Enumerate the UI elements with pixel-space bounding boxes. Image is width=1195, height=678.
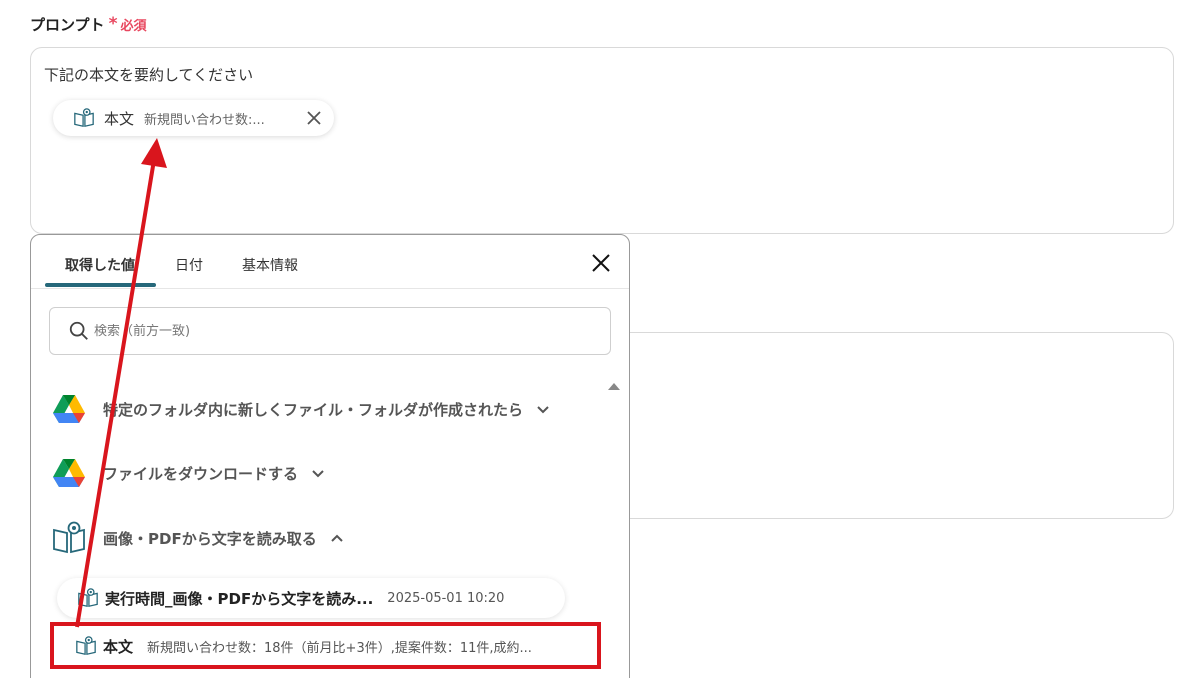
chevron-down-icon [537,406,549,414]
field-label-text: プロンプト [30,16,105,34]
required-asterisk: * [108,14,118,34]
ocr-book-icon [74,108,94,128]
source-label: ファイルをダウンロードする [103,464,299,483]
source-label: 特定のフォルダ内に新しくファイル・フォルダが作成されたら [103,400,524,419]
chevron-down-icon [312,470,324,478]
prompt-textarea[interactable]: 下記の本文を要約してください 本文 新規問い合わせ数:... [30,47,1174,234]
annotation-highlight-box [50,622,601,669]
close-icon[interactable] [304,108,324,128]
close-icon[interactable] [589,251,613,275]
secondary-textarea[interactable] [620,332,1174,519]
ocr-book-icon [78,588,98,608]
required-badge: * 必須 [108,14,147,35]
scroll-up-icon[interactable] [607,381,621,391]
search-input[interactable] [94,323,574,339]
inserted-value-chip[interactable]: 本文 新規問い合わせ数:... [53,100,334,136]
item-value: 2025-05-01 10:20 [387,590,505,606]
source-google-drive-download[interactable]: ファイルをダウンロードする [51,455,326,491]
required-text: 必須 [120,19,147,34]
tab-date[interactable]: 日付 [175,255,203,275]
source-google-drive-new-file[interactable]: 特定のフォルダ内に新しくファイル・フォルダが作成されたら [51,391,551,427]
value-picker-popup: 取得した値 日付 基本情報 特定のフォルダ内に新しくファイル・フォルダが作成され… [30,234,630,678]
search-icon [69,321,88,340]
source-ocr[interactable]: 画像・PDFから文字を読み取る [51,520,345,556]
source-label: 画像・PDFから文字を読み取る [103,529,317,548]
chip-name: 本文 [104,109,135,128]
active-tab-indicator [45,283,156,287]
tab-retrieved-values[interactable]: 取得した値 [65,255,135,275]
search-box[interactable] [49,307,611,355]
item-name: 実行時間_画像・PDFから文字を読み... [105,589,374,608]
chevron-up-icon [330,534,343,542]
google-drive-icon [53,459,85,487]
tab-bar: 取得した値 日付 基本情報 [31,235,629,289]
value-item-exec-time[interactable]: 実行時間_画像・PDFから文字を読み... 2025-05-01 10:20 [57,578,565,618]
prompt-text: 下記の本文を要約してください [44,66,254,84]
tab-basic-info[interactable]: 基本情報 [242,255,298,275]
ocr-book-icon [53,521,85,554]
chip-preview: 新規問い合わせ数:... [144,112,265,128]
prompt-field-label: プロンプト * 必須 [30,14,146,35]
google-drive-icon [53,395,85,423]
